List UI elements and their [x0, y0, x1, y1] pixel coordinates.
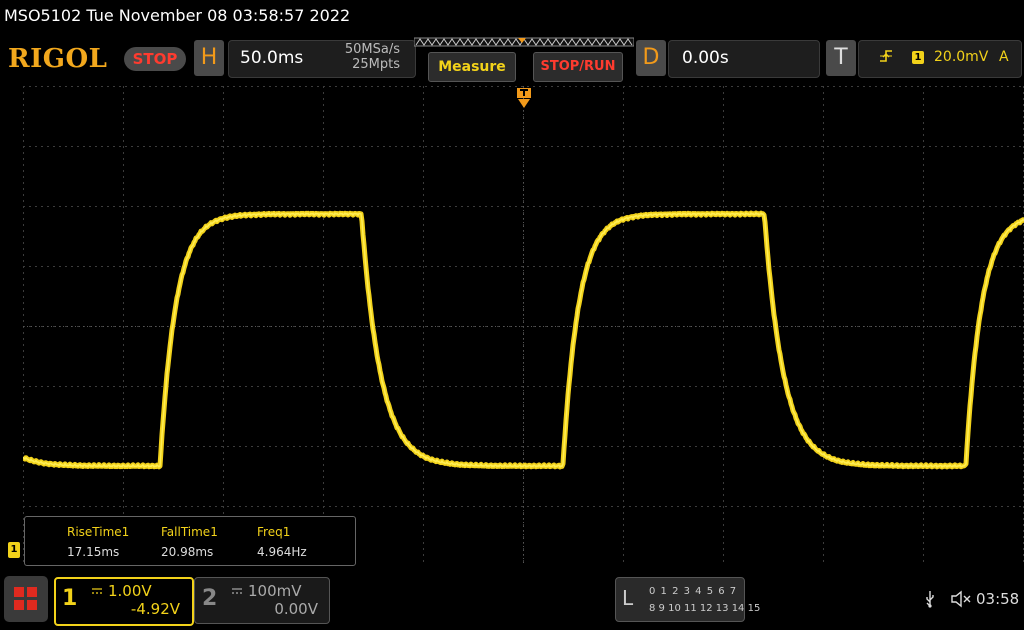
measurement-label-rise: RiseTime1 [67, 525, 130, 539]
stop-run-button[interactable]: STOP/RUN [533, 52, 623, 82]
measurement-value-freq: 4.964Hz [257, 545, 307, 559]
speaker-muted-icon[interactable] [950, 590, 972, 612]
channel-1-ground-marker[interactable]: 1 [8, 542, 20, 558]
title-bar: MSO5102 Tue November 08 03:58:57 2022 [0, 0, 1024, 34]
measure-button[interactable]: Measure [428, 52, 516, 82]
title-text: MSO5102 Tue November 08 03:58:57 2022 [4, 6, 351, 25]
measurement-value-rise: 17.15ms [67, 545, 120, 559]
horizontal-button[interactable]: H [194, 40, 224, 76]
trigger-position-marker[interactable] [516, 86, 532, 112]
channel-1-scale: 1.00V [108, 582, 152, 600]
measurement-value-fall: 20.98ms [161, 545, 214, 559]
digital-channels-row-2: 8 9 10 11 12 13 14 15 [649, 603, 761, 614]
channel-2-number: 2 [202, 586, 218, 611]
waveform-display[interactable] [23, 86, 1024, 566]
trigger-level: 20.0mV [934, 49, 989, 65]
digital-channels-row-1: 0 1 2 3 4 5 6 7 [649, 586, 738, 597]
dc-coupling-icon [232, 588, 242, 594]
run-state-badge[interactable]: STOP [124, 47, 186, 71]
measurement-panel[interactable]: RiseTime1 17.15ms FallTime1 20.98ms Freq… [24, 516, 356, 566]
trigger-button[interactable]: T [826, 40, 856, 76]
channel-1-offset: -4.92V [130, 600, 180, 618]
trigger-channel-badge: 1 [912, 51, 924, 64]
trigger-mode: A [999, 49, 1009, 65]
logic-analyzer-letter: L [622, 586, 634, 610]
measurement-label-fall: FallTime1 [161, 525, 218, 539]
memory-position-bar[interactable] [414, 37, 634, 47]
logic-analyzer-panel[interactable] [615, 577, 745, 622]
dc-coupling-icon [92, 588, 102, 594]
acquisition-info: 50MSa/s 25Mpts [330, 42, 400, 72]
memory-depth: 25Mpts [352, 57, 400, 72]
grid-menu-icon [14, 587, 37, 610]
measurement-label-freq: Freq1 [257, 525, 291, 539]
sample-rate: 50MSa/s [344, 42, 400, 57]
rising-edge-icon [878, 48, 894, 68]
channel-2-offset: 0.00V [274, 600, 318, 618]
delay-value: 0.00s [682, 48, 729, 68]
channel-2-scale: 100mV [248, 582, 302, 600]
delay-button[interactable]: D [636, 40, 666, 76]
timebase-value: 50.0ms [240, 48, 304, 68]
brand-logo: RIGOL [8, 44, 108, 74]
channel-1-number: 1 [62, 586, 78, 611]
main-menu-button[interactable] [4, 576, 48, 622]
usb-icon [924, 590, 936, 612]
clock: 03:58 [976, 590, 1020, 608]
